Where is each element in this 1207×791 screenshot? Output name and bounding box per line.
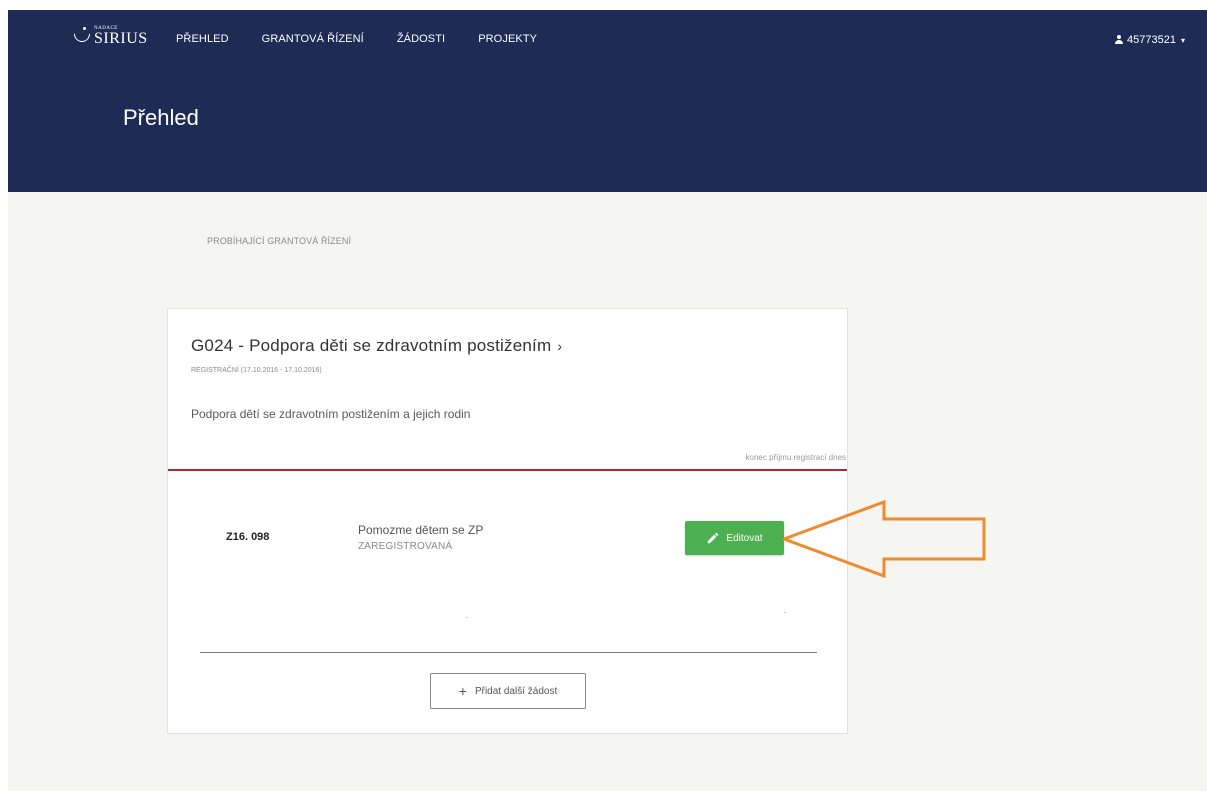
logo-name: SIRIUS [94,30,148,47]
deadline-divider [168,469,847,471]
page-title: Přehled [123,105,199,130]
main-nav: PŘEHLED GRANTOVÁ ŘÍZENÍ ŽÁDOSTI PROJEKTY [176,33,570,45]
plus-icon: + [458,683,467,699]
sirius-logo-icon [74,26,90,38]
grant-card: G024 - Podpora děti se zdravotním postiž… [167,308,848,734]
user-id: 45773521 [1127,34,1176,46]
logo[interactable]: NADACE SIRIUS [74,26,148,47]
application-code: Z16. 098 [226,531,270,543]
chevron-right-icon: › [557,338,563,354]
header: NADACE SIRIUS PŘEHLED GRANTOVÁ ŘÍZENÍ ŽÁ… [8,10,1207,192]
grant-round: REGISTRAČNÍ (17.10.2016 - 17.10.2016) [191,367,322,374]
grant-title: G024 - Podpora děti se zdravotním postiž… [191,336,552,355]
grant-title-link[interactable]: G024 - Podpora děti se zdravotním postiž… [191,336,562,356]
nav-item-grantova-rizeni[interactable]: GRANTOVÁ ŘÍZENÍ [262,33,364,45]
add-application-button[interactable]: + Přidat další žádost [430,673,586,709]
user-icon [1114,35,1124,45]
application-status: ZAREGISTROVANÁ [358,541,453,552]
app-frame: NADACE SIRIUS PŘEHLED GRANTOVÁ ŘÍZENÍ ŽÁ… [8,10,1207,791]
chevron-down-icon: ▾ [1180,35,1185,45]
nav-item-projekty[interactable]: PROJEKTY [478,33,537,45]
card-divider [200,652,817,653]
application-name: Pomozme dětem se ZP [358,523,484,537]
pencil-icon [708,532,719,544]
section-label: PROBÍHAJÍCÍ GRANTOVÁ ŘÍZENÍ [207,236,352,246]
annotation-arrow-icon [783,500,986,579]
user-menu[interactable]: 45773521 ▾ [1114,34,1185,46]
nav-item-zadosti[interactable]: ŽÁDOSTI [397,33,445,45]
add-application-label: Přidat další žádost [474,685,558,697]
grant-description: Podpora dětí se zdravotním postižením a … [191,407,471,421]
grant-deadline: konec příjmu registrací dnes [745,453,847,462]
divider-dot [784,612,786,613]
edit-button[interactable]: Editovat [685,521,784,555]
nav-item-prehled[interactable]: PŘEHLED [176,33,229,45]
edit-button-label: Editovat [726,532,763,544]
divider-dot [466,617,468,618]
